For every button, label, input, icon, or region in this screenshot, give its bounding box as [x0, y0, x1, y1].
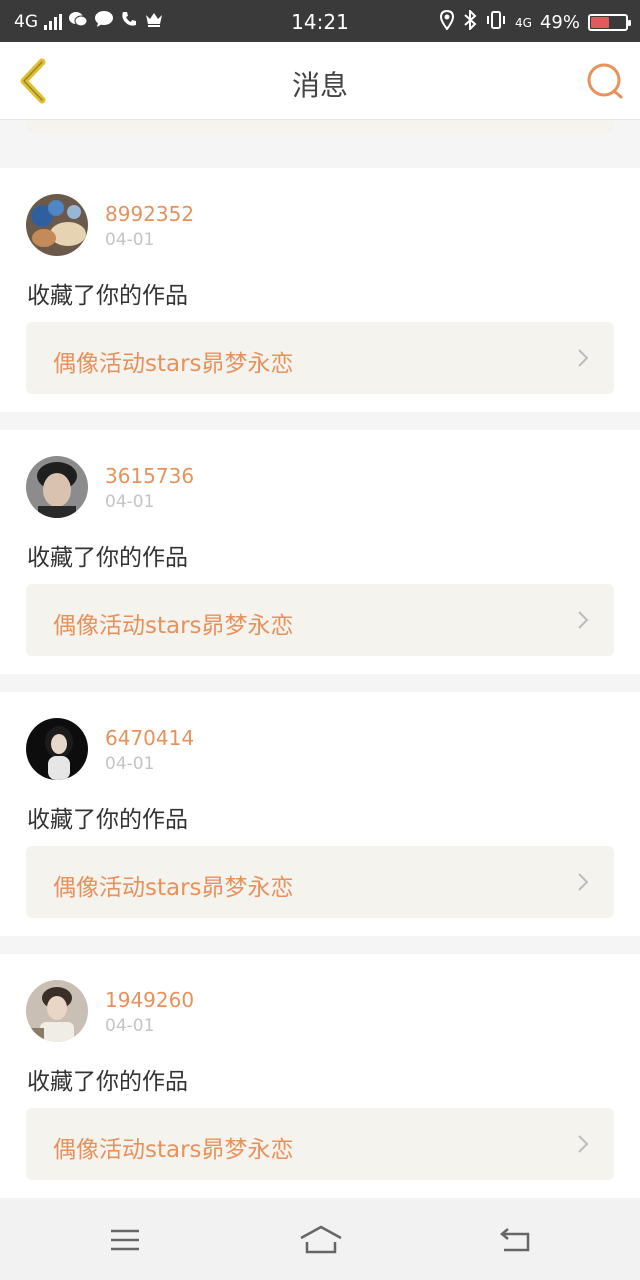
username[interactable]: 1949260 — [105, 988, 194, 1012]
message-date: 04-01 — [105, 754, 155, 774]
home-icon[interactable] — [298, 1222, 344, 1258]
message-date: 04-01 — [105, 492, 155, 512]
message-date: 04-01 — [105, 230, 155, 250]
work-link[interactable]: 偶像活动stars昴梦永恋 — [26, 1108, 614, 1180]
work-title: 偶像活动stars昴梦永恋 — [53, 875, 294, 901]
work-title: 偶像活动stars昴梦永恋 — [53, 613, 294, 639]
message-action: 收藏了你的作品 — [27, 807, 188, 833]
nav-bar: 消息 — [0, 42, 640, 120]
battery-level — [591, 17, 609, 28]
username[interactable]: 8992352 — [105, 202, 194, 226]
chevron-right-icon — [576, 872, 590, 892]
network-right-label: 4G — [515, 15, 532, 30]
system-nav-bar — [0, 1200, 640, 1280]
message-list: 8992352 04-01 收藏了你的作品 偶像活动stars昴梦永恋 3615… — [0, 120, 640, 1200]
message-card: 1949260 04-01 收藏了你的作品 偶像活动stars昴梦永恋 — [0, 954, 640, 1198]
avatar[interactable] — [26, 718, 88, 780]
status-bar: 4G 14:21 4G 49% — [0, 0, 640, 42]
username[interactable]: 6470414 — [105, 726, 194, 750]
chevron-right-icon — [576, 1134, 590, 1154]
work-link[interactable]: 偶像活动stars昴梦永恋 — [26, 846, 614, 918]
previous-work-box — [26, 120, 614, 132]
message-action: 收藏了你的作品 — [27, 545, 188, 571]
work-link[interactable]: 偶像活动stars昴梦永恋 — [26, 322, 614, 394]
avatar[interactable] — [26, 456, 88, 518]
vibrate-icon — [485, 10, 507, 35]
message-action: 收藏了你的作品 — [27, 1069, 188, 1095]
bluetooth-icon — [463, 8, 477, 35]
work-title: 偶像活动stars昴梦永恋 — [53, 1137, 294, 1163]
message-card: 3615736 04-01 收藏了你的作品 偶像活动stars昴梦永恋 — [0, 430, 640, 674]
status-right: 4G 49% — [439, 8, 631, 35]
message-date: 04-01 — [105, 1016, 155, 1036]
avatar[interactable] — [26, 194, 88, 256]
page-title: 消息 — [291, 69, 348, 102]
message-card: 8992352 04-01 收藏了你的作品 偶像活动stars昴梦永恋 — [0, 168, 640, 412]
message-card: 6470414 04-01 收藏了你的作品 偶像活动stars昴梦永恋 — [0, 692, 640, 936]
search-icon[interactable] — [586, 62, 624, 100]
username[interactable]: 3615736 — [105, 464, 194, 488]
work-link[interactable]: 偶像活动stars昴梦永恋 — [26, 584, 614, 656]
message-action: 收藏了你的作品 — [27, 283, 188, 309]
battery-icon — [588, 14, 631, 31]
menu-icon[interactable] — [105, 1222, 145, 1258]
work-title: 偶像活动stars昴梦永恋 — [53, 351, 294, 377]
battery-percent: 49% — [539, 12, 580, 33]
chevron-right-icon — [576, 348, 590, 368]
avatar[interactable] — [26, 980, 88, 1042]
back-icon[interactable] — [496, 1222, 536, 1258]
chevron-right-icon — [576, 610, 590, 630]
location-icon — [439, 9, 455, 35]
